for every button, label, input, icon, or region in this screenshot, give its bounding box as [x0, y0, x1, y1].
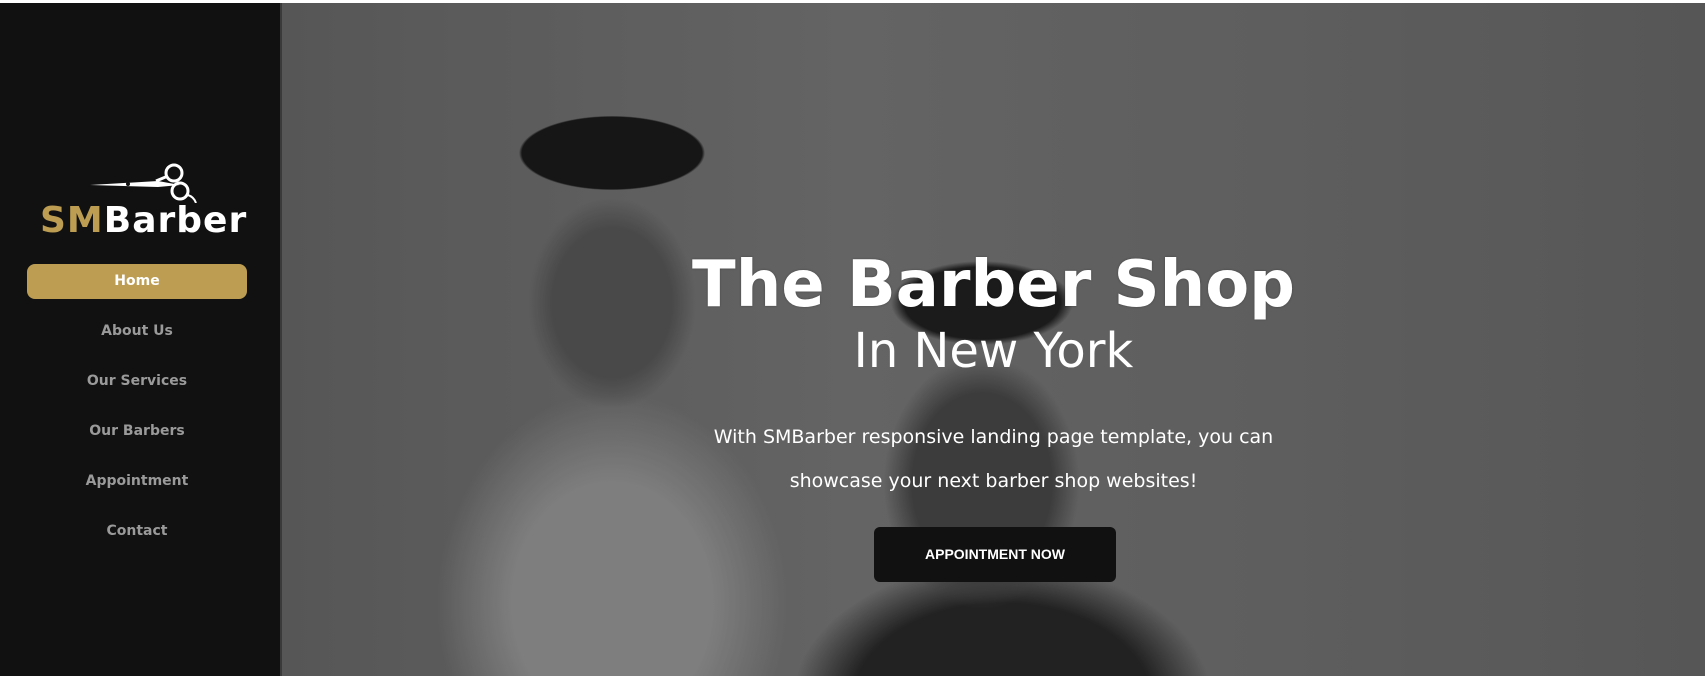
main-nav: Home About Us Our Services Our Barbers A… — [27, 264, 247, 564]
scissors-icon — [90, 163, 197, 203]
logo[interactable]: SMBarber — [40, 161, 246, 241]
page: SMBarber Home About Us Our Services Our … — [0, 3, 1705, 676]
nav-appointment[interactable]: Appointment — [27, 464, 247, 499]
nav-our-services[interactable]: Our Services — [27, 364, 247, 399]
logo-sm: SM — [40, 200, 104, 241]
nav-contact[interactable]: Contact — [27, 514, 247, 549]
logo-text: SMBarber — [40, 200, 247, 241]
sidebar: SMBarber Home About Us Our Services Our … — [0, 3, 282, 676]
logo-barber: Barber — [103, 200, 248, 241]
nav-home[interactable]: Home — [27, 264, 247, 299]
hero-description: With SMBarber responsive landing page te… — [713, 426, 1274, 492]
hero-content: The Barber Shop In New York With SMBarbe… — [282, 3, 1705, 676]
hero-title: The Barber Shop — [692, 248, 1295, 322]
nav-our-barbers[interactable]: Our Barbers — [27, 414, 247, 449]
appointment-now-button[interactable]: APPOINTMENT NOW — [874, 527, 1116, 582]
nav-about-us[interactable]: About Us — [27, 314, 247, 349]
hero-subtitle: In New York — [853, 323, 1134, 379]
